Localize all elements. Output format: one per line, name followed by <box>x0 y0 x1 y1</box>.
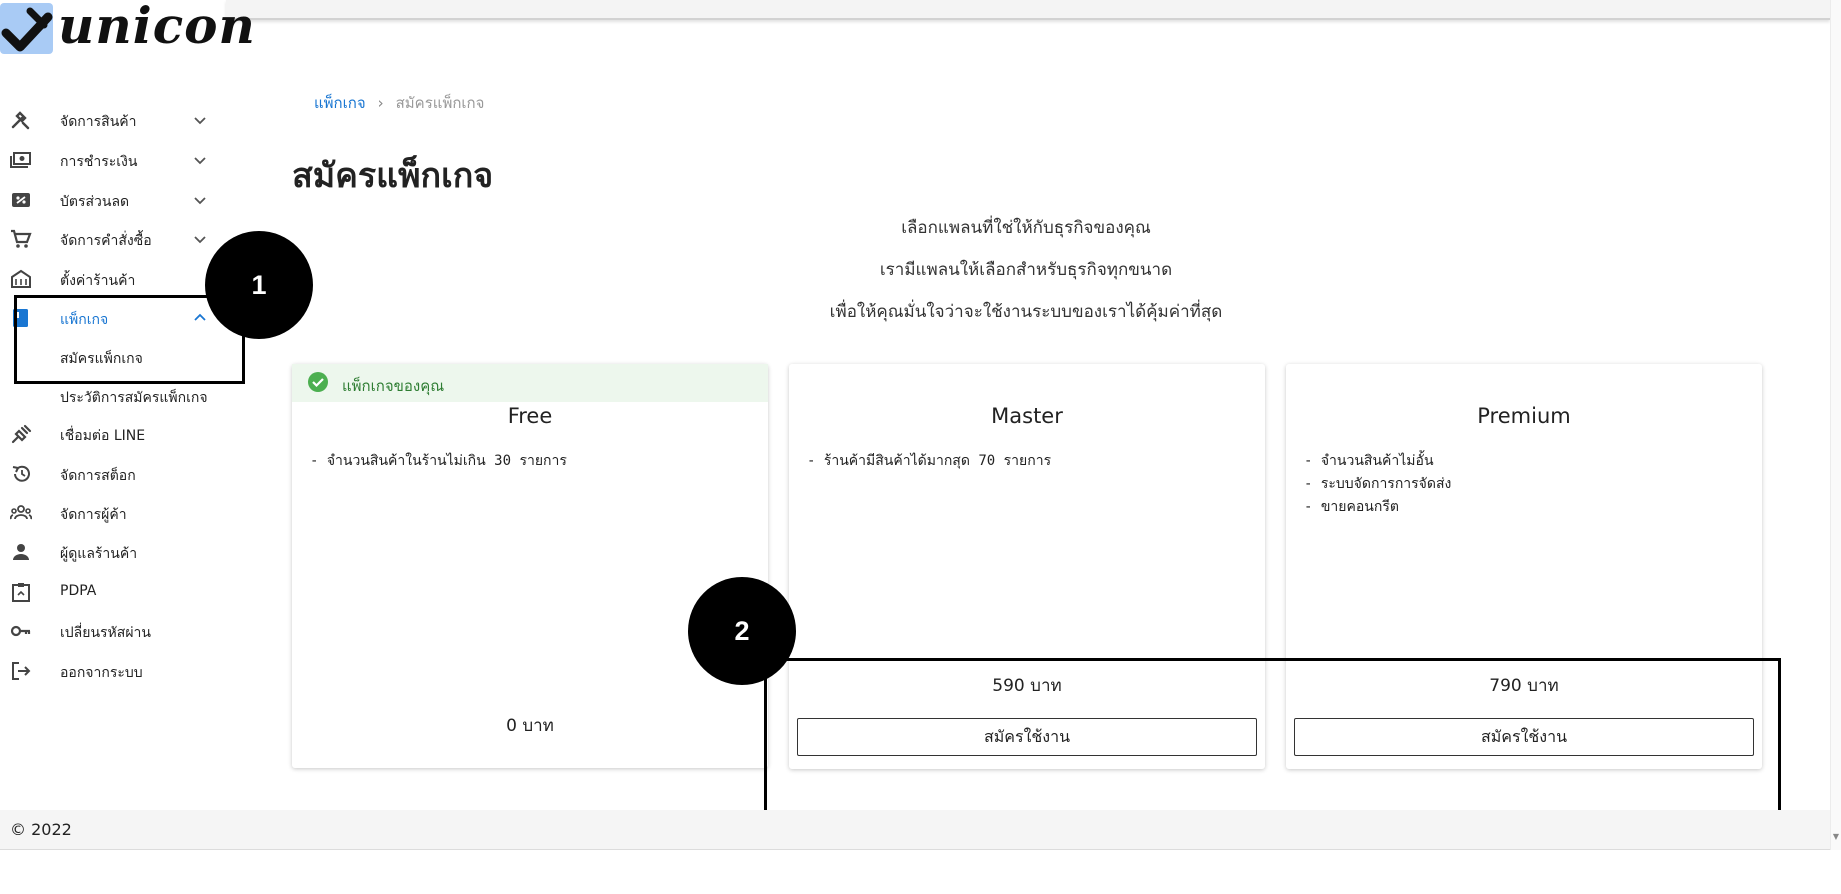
plan-name: Master <box>991 404 1063 428</box>
plan-feature: - ระบบจัดการการจัดส่ง <box>1304 476 1452 492</box>
store-icon <box>11 269 31 288</box>
clipboard-icon <box>12 583 30 602</box>
plug-icon <box>11 424 32 444</box>
annotation-marker-2: 2 <box>688 577 796 685</box>
sidebar-item-label: บัตรส่วนลด <box>60 194 130 210</box>
sidebar-item-discount[interactable]: บัตรส่วนลด <box>0 182 226 218</box>
sidebar-item-label: จัดการสินค้า <box>60 114 137 130</box>
sidebar-item-logout[interactable]: ออกจากระบบ <box>0 653 226 689</box>
breadcrumb: แพ็กเกจ › สมัครแพ็กเกจ <box>314 91 484 115</box>
sidebar-item-label: จัดการสต็อก <box>60 468 136 484</box>
annotation-box-subscribe <box>764 658 1781 817</box>
sidebar-item-label: เปลี่ยนรหัสผ่าน <box>60 625 151 641</box>
plan-feature: - ขายคอนกรีต <box>1304 499 1399 515</box>
chevron-down-icon <box>194 236 206 244</box>
logo-mark-icon <box>0 3 53 54</box>
tools-icon <box>11 111 30 130</box>
scroll-down-icon[interactable]: ▼ <box>1833 832 1839 841</box>
current-package-label: แพ็กเกจของคุณ <box>342 377 445 395</box>
plan-card-free: แพ็กเกจของคุณ Free - จำนวนสินค้าในร้านไม… <box>292 364 768 768</box>
sidebar-item-label: การชำระเงิน <box>60 154 138 170</box>
plan-feature: - ร้านค้ามีสินค้าได้มากสุด 70 รายการ <box>807 453 1052 469</box>
copyright-text: © 2022 <box>10 820 72 839</box>
brand-logo[interactable]: unicon <box>0 0 255 56</box>
sidebar-item-vendors[interactable]: จัดการผู้ค้า <box>0 495 226 531</box>
check-circle-icon <box>308 372 328 392</box>
sidebar-item-products[interactable]: จัดการสินค้า <box>0 102 226 138</box>
plan-name: Premium <box>1477 404 1571 428</box>
chevron-down-icon <box>194 157 206 165</box>
sidebar-item-label: ออกจากระบบ <box>60 665 143 681</box>
breadcrumb-separator: › <box>377 94 384 112</box>
cart-icon <box>11 229 32 248</box>
breadcrumb-link-package[interactable]: แพ็กเกจ <box>314 94 366 112</box>
sidebar-item-line[interactable]: เชื่อมต่อ LINE <box>0 416 226 452</box>
plan-feature: - จำนวนสินค้าในร้านไม่เกิน 30 รายการ <box>310 453 567 469</box>
sidebar-item-payment[interactable]: การชำระเงิน <box>0 142 226 178</box>
sidebar-item-change-password[interactable]: เปลี่ยนรหัสผ่าน <box>0 613 226 649</box>
sidebar-item-label: เชื่อมต่อ LINE <box>60 428 146 444</box>
scrollbar[interactable]: ▼ <box>1830 0 1841 850</box>
person-icon <box>13 544 29 560</box>
plan-name: Free <box>507 404 553 428</box>
money-icon <box>10 152 31 168</box>
chevron-down-icon <box>194 197 206 205</box>
sidebar-item-label: จัดการผู้ค้า <box>60 507 127 523</box>
intro-line: เลือกแพลนที่ใช่ให้กับธุรกิจของคุณ <box>901 218 1151 238</box>
sidebar-subitem-package-history[interactable]: ประวัติการสมัครแพ็กเกจ <box>0 379 226 413</box>
restore-icon <box>12 465 30 482</box>
plan-feature: - จำนวนสินค้าไม่อั้น <box>1304 453 1434 469</box>
logo-text: unicon <box>58 0 256 55</box>
top-app-bar <box>226 0 1830 20</box>
plan-price: 0 บาท <box>506 716 554 736</box>
intro-line: เรามีแพลนให้เลือกสำหรับธุรกิจทุกขนาด <box>879 260 1173 280</box>
group-icon <box>10 505 32 520</box>
sidebar-item-stock[interactable]: จัดการสต็อก <box>0 456 226 492</box>
sidebar-item-store-admin[interactable]: ผู้ดูแลร้านค้า <box>0 534 226 570</box>
footer: © 2022 <box>0 810 1830 850</box>
plan-features: - จำนวนสินค้าไม่อั้น - ระบบจัดการการจัดส… <box>1304 450 1451 519</box>
sidebar-item-pdpa[interactable]: PDPA <box>0 574 226 610</box>
chevron-down-icon <box>194 117 206 125</box>
sidebar-item-label: จัดการคำสั่งซื้อ <box>60 233 152 249</box>
discount-icon <box>12 193 30 207</box>
sidebar-item-store-settings[interactable]: ตั้งค่าร้านค้า <box>0 261 226 297</box>
sidebar-item-label: PDPA <box>60 583 97 599</box>
plan-features: - จำนวนสินค้าในร้านไม่เกิน 30 รายการ <box>310 450 567 473</box>
logout-icon <box>12 662 31 680</box>
page-title: สมัครแพ็กเกจ <box>292 156 494 196</box>
sidebar-item-label: ตั้งค่าร้านค้า <box>60 273 136 289</box>
plan-features: - ร้านค้ามีสินค้าได้มากสุด 70 รายการ <box>807 450 1051 473</box>
sidebar-subitem-label: ประวัติการสมัครแพ็กเกจ <box>60 390 208 406</box>
breadcrumb-current: สมัครแพ็กเกจ <box>395 94 485 112</box>
current-package-banner: แพ็กเกจของคุณ <box>292 364 768 402</box>
sidebar-item-label: ผู้ดูแลร้านค้า <box>60 546 138 562</box>
sidebar-item-orders[interactable]: จัดการคำสั่งซื้อ <box>0 221 226 257</box>
intro-line: เพื่อให้คุณมั่นใจว่าจะใช้งานระบบของเราได… <box>829 302 1223 322</box>
key-icon <box>10 625 31 637</box>
